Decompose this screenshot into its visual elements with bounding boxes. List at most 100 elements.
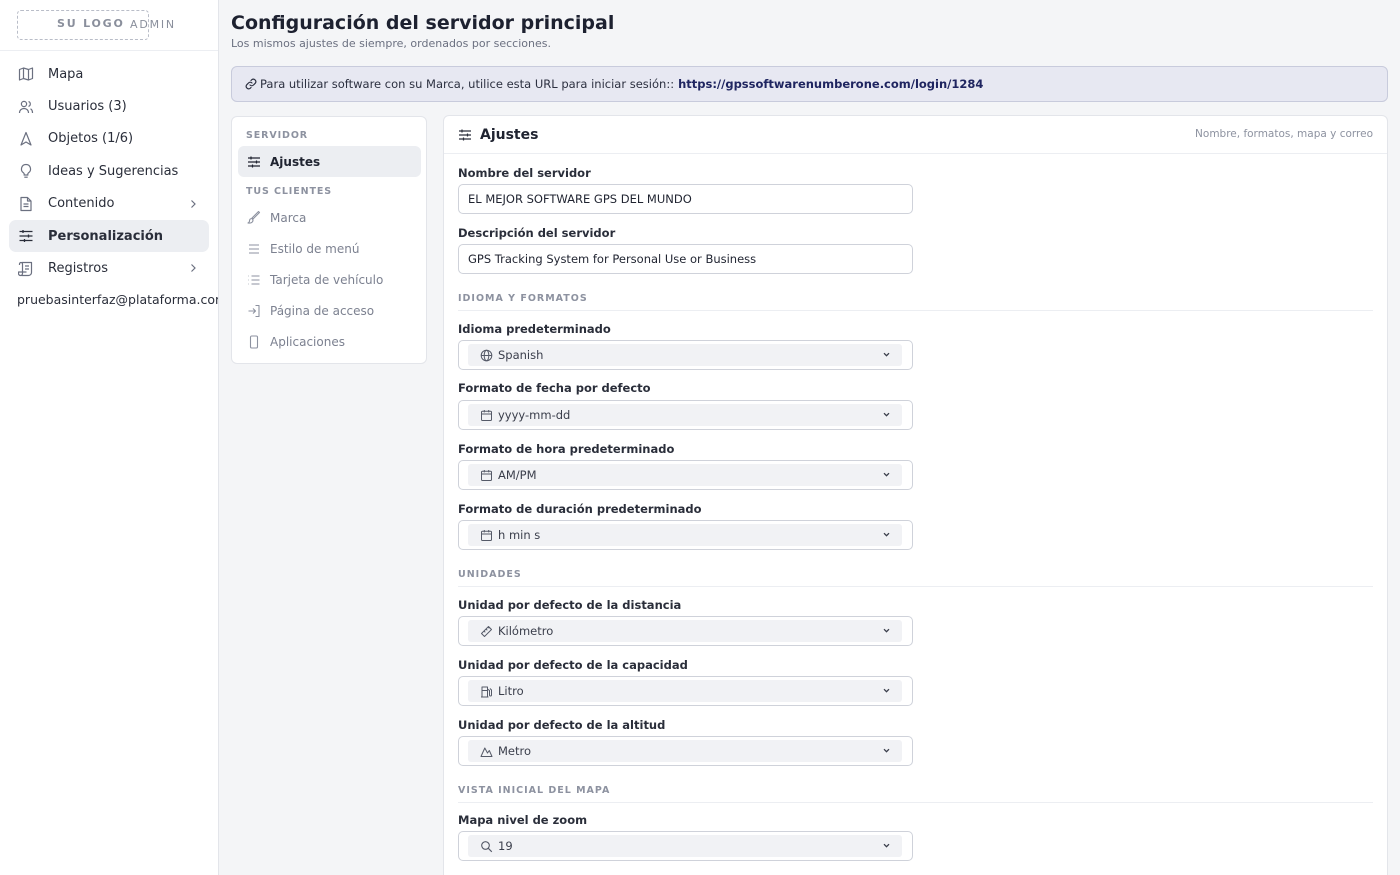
login-icon (247, 304, 261, 318)
nav-label: Mapa (48, 66, 84, 82)
subnav-item-aplicaciones[interactable]: Aplicaciones (238, 326, 421, 357)
duration-format-select-value: h min s (468, 524, 902, 546)
nav-item-objetos[interactable]: Objetos (1/6) (9, 123, 209, 155)
sliders-icon (247, 155, 261, 169)
nav-label: Ideas y Sugerencias (48, 163, 179, 179)
fuel-icon (480, 685, 493, 698)
sliders-icon (458, 128, 472, 142)
subnav-section-clients: TUS CLIENTES (246, 186, 332, 197)
nav-label: Personalización (48, 228, 164, 244)
altitude-unit-value: Metro (498, 744, 532, 758)
duration-format-value: h min s (498, 528, 541, 542)
navigation-icon (18, 131, 34, 147)
nav-item-ideas[interactable]: Ideas y Sugerencias (9, 155, 209, 187)
server-name-label: Nombre del servidor (458, 166, 591, 180)
date-format-value: yyyy-mm-dd (498, 408, 571, 422)
settings-card: Ajustes Nombre, formatos, mapa y correo … (443, 115, 1388, 875)
section-units-title: UNIDADES (458, 569, 522, 580)
altitude-unit-label: Unidad por defecto de la altitud (458, 718, 666, 732)
nav-label: Registros (48, 261, 108, 277)
distance-unit-label: Unidad por defecto de la distancia (458, 598, 682, 612)
section-language-title: IDIOMA Y FORMATOS (458, 293, 588, 304)
chevron-down-icon (882, 470, 891, 479)
date-format-select-value: yyyy-mm-dd (468, 404, 902, 426)
globe-icon (480, 349, 493, 362)
subnav-section-server: SERVIDOR (246, 130, 309, 141)
distance-unit-select[interactable]: Kilómetro (458, 616, 913, 646)
zoom-level-select-value: 19 (468, 835, 902, 857)
server-name-input[interactable] (458, 184, 913, 214)
logo-text: SU LOGO (57, 17, 125, 30)
nav-item-usuarios[interactable]: Usuarios (3) (9, 90, 209, 122)
subnav-item-estilo-menu[interactable]: Estilo de menú (238, 233, 421, 264)
chevron-down-icon (882, 350, 891, 359)
users-icon (18, 99, 34, 115)
nav-item-registros[interactable]: Registros (9, 252, 209, 284)
document-icon (18, 196, 34, 212)
language-select-value: Spanish (468, 344, 902, 366)
subnav-item-pagina-acceso[interactable]: Página de acceso (238, 295, 421, 326)
altitude-unit-select[interactable]: Metro (458, 736, 913, 766)
distance-unit-value: Kilómetro (498, 624, 554, 638)
capacity-unit-label: Unidad por defecto de la capacidad (458, 658, 688, 672)
language-label: Idioma predeterminado (458, 322, 611, 336)
altitude-unit-select-value: Metro (468, 740, 902, 762)
ruler-icon (480, 625, 493, 638)
subnav-item-tarjeta-vehiculo[interactable]: Tarjeta de vehículo (238, 264, 421, 295)
subnav-item-ajustes[interactable]: Ajustes (238, 146, 421, 177)
chevron-down-icon (882, 746, 891, 755)
capacity-unit-select[interactable]: Litro (458, 676, 913, 706)
duration-format-select[interactable]: h min s (458, 520, 913, 550)
chevron-right-icon (188, 198, 198, 210)
phone-icon (247, 334, 261, 349)
calendar-icon (480, 469, 493, 482)
user-email[interactable]: pruebasinterfaz@plataforma.com (D (17, 292, 218, 307)
sidebar: SU LOGO ADMIN Mapa Usuarios (3) Objetos … (0, 0, 219, 875)
subnav-label: Ajustes (270, 154, 321, 169)
nav-item-contenido[interactable]: Contenido (9, 188, 209, 220)
chevron-right-icon (188, 262, 198, 274)
duration-format-label: Formato de duración predeterminado (458, 502, 702, 516)
nav-item-mapa[interactable]: Mapa (9, 58, 209, 90)
subnav-label: Estilo de menú (270, 241, 360, 256)
subnav-label: Aplicaciones (270, 334, 345, 349)
subnav-label: Marca (270, 210, 307, 225)
date-format-label: Formato de fecha por defecto (458, 381, 651, 395)
page-subtitle: Los mismos ajustes de siempre, ordenados… (231, 37, 551, 50)
subnav-label: Tarjeta de vehículo (270, 272, 384, 287)
list-icon (247, 273, 261, 287)
language-select[interactable]: Spanish (458, 340, 913, 370)
calendar-icon (480, 409, 493, 422)
card-title: Ajustes (480, 126, 539, 143)
date-format-select[interactable]: yyyy-mm-dd (458, 400, 913, 430)
server-description-input[interactable] (458, 244, 913, 274)
branded-login-url[interactable]: https://gpssoftwarenumberone.com/login/1… (678, 77, 983, 91)
nav-label: Usuarios (3) (48, 99, 127, 115)
nav-label: Contenido (48, 196, 115, 212)
zoom-level-select[interactable]: 19 (458, 831, 913, 861)
subnav-item-marca[interactable]: Marca (238, 202, 421, 233)
search-icon (480, 840, 493, 853)
time-format-select[interactable]: AM/PM (458, 460, 913, 490)
section-map-title: VISTA INICIAL DEL MAPA (458, 785, 611, 796)
chevron-down-icon (882, 530, 891, 539)
admin-label: ADMIN (130, 18, 176, 31)
card-header: Ajustes Nombre, formatos, mapa y correo (444, 116, 1387, 154)
time-format-select-value: AM/PM (468, 464, 902, 486)
chevron-down-icon (882, 410, 891, 419)
page-title: Configuración del servidor principal (231, 12, 615, 34)
branded-url-banner: Para utilizar software con su Marca, uti… (231, 66, 1388, 102)
lightbulb-icon (18, 163, 34, 179)
calendar-icon (480, 529, 493, 542)
zoom-level-label: Mapa nivel de zoom (458, 813, 588, 827)
nav-item-personalizacion[interactable]: Personalización (9, 219, 209, 253)
banner-text: Para utilizar software con su Marca, uti… (260, 77, 675, 91)
section-divider (458, 586, 1373, 587)
time-format-label: Formato de hora predeterminado (458, 442, 675, 456)
zoom-level-value: 19 (498, 839, 513, 853)
main-nav: Mapa Usuarios (3) Objetos (1/6) Ideas y … (9, 58, 209, 285)
section-divider (458, 802, 1373, 803)
brush-icon (247, 210, 261, 225)
server-description-label: Descripción del servidor (458, 226, 616, 240)
chevron-down-icon (882, 626, 891, 635)
